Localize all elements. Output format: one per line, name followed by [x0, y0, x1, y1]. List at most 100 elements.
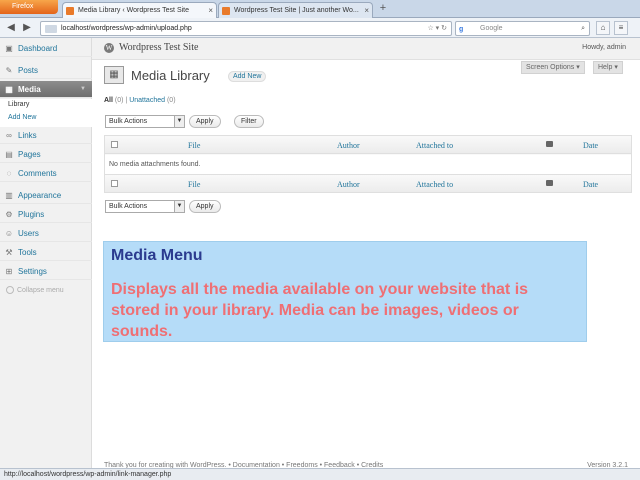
wordpress-logo-icon: W — [104, 43, 114, 53]
column-date[interactable]: Date — [583, 141, 598, 150]
howdy-user-menu[interactable]: Howdy, admin — [582, 44, 626, 51]
sidebar-item-settings[interactable]: ⊞ Settings — [0, 263, 92, 280]
bookmarks-button[interactable]: ≡ — [614, 21, 628, 35]
help-button[interactable]: Help ▾ — [593, 61, 623, 74]
new-tab-button[interactable]: + — [375, 2, 391, 16]
media-table: File Author Attached to Date No media at… — [104, 135, 632, 193]
filter-unattached[interactable]: Unattached — [129, 97, 165, 104]
add-new-button[interactable]: Add New — [228, 71, 267, 82]
media-submenu: Library Add New — [0, 99, 92, 127]
page-icon: ▤ — [5, 150, 13, 159]
sidebar-item-label: Plugins — [18, 210, 45, 219]
sidebar-item-plugins[interactable]: ⚙ Plugins — [0, 206, 92, 223]
appearance-icon: ▥ — [5, 191, 13, 200]
column-attached-to[interactable]: Attached to — [416, 141, 453, 150]
filter-button[interactable]: Filter — [234, 115, 264, 128]
tab-label: Wordpress Test Site | Just another Wo... — [234, 7, 359, 14]
table-header-row: File Author Attached to Date — [105, 136, 631, 154]
bulk-actions-select-bottom[interactable]: Bulk Actions ▼ — [105, 200, 185, 213]
wordpress-favicon-icon — [66, 7, 74, 15]
filter-unattached-count: (0) — [166, 97, 176, 104]
search-placeholder: Google — [480, 25, 503, 32]
comments-column-icon[interactable] — [546, 180, 553, 186]
close-tab-icon[interactable]: × — [208, 3, 213, 18]
google-icon: g — [459, 26, 464, 33]
reload-icon[interactable]: ☆ ▾ ↻ — [427, 22, 447, 35]
bulk-actions-value: Bulk Actions — [109, 118, 148, 125]
browser-nav-bar: ◀ ▶ localhost/wordpress/wp-admin/upload.… — [0, 18, 640, 38]
url-bar[interactable]: localhost/wordpress/wp-admin/upload.php … — [40, 21, 452, 36]
bulk-actions-value: Bulk Actions — [109, 203, 148, 210]
sidebar-item-pages[interactable]: ▤ Pages — [0, 146, 92, 163]
submenu-item-add-new[interactable]: Add New — [8, 114, 36, 121]
column-author[interactable]: Author — [337, 141, 360, 150]
tab-test-site[interactable]: Wordpress Test Site | Just another Wo...… — [218, 2, 373, 18]
filter-all[interactable]: All — [104, 97, 113, 104]
sidebar-item-media[interactable]: ▦ Media ▼ — [0, 81, 92, 98]
sidebar-item-links[interactable]: ∞ Links — [0, 127, 92, 144]
wordpress-favicon-icon — [222, 7, 230, 15]
media-icon: ▦ — [5, 85, 13, 94]
search-box[interactable]: g Google ⌕ — [455, 21, 590, 36]
site-title[interactable]: Wordpress Test Site — [119, 42, 198, 53]
info-box-title: Media Menu — [111, 247, 203, 264]
screen-options-button[interactable]: Screen Options ▾ — [521, 61, 585, 74]
collapse-icon — [6, 286, 14, 294]
settings-icon: ⊞ — [5, 267, 13, 276]
sidebar-item-dashboard[interactable]: ▣ Dashboard — [0, 40, 92, 57]
column-file[interactable]: File — [188, 141, 200, 150]
site-identity-icon[interactable] — [45, 25, 57, 33]
pin-icon: ✎ — [5, 66, 13, 75]
filter-all-count: (0) — [114, 97, 124, 104]
close-tab-icon[interactable]: × — [364, 3, 369, 18]
sidebar-item-tools[interactable]: ⚒ Tools — [0, 244, 92, 261]
sidebar-item-users[interactable]: ☺ Users — [0, 225, 92, 242]
info-box-text: Displays all the media available on your… — [111, 281, 529, 340]
sidebar-item-label: Dashboard — [18, 44, 58, 53]
dropdown-arrow-icon: ▼ — [174, 201, 184, 212]
sidebar-item-posts[interactable]: ✎ Posts — [0, 62, 92, 79]
browser-status-bar: http://localhost/wordpress/wp-admin/link… — [0, 468, 640, 480]
sidebar-item-label: Users — [18, 229, 39, 238]
submenu-item-library[interactable]: Library — [8, 101, 29, 108]
page-title: Media Library — [131, 68, 210, 83]
back-button[interactable]: ◀ — [4, 21, 18, 35]
table-footer-row: File Author Attached to Date — [105, 174, 631, 192]
select-all-checkbox[interactable] — [111, 141, 118, 148]
sidebar-item-label: Posts — [18, 66, 39, 75]
empty-message: No media attachments found. — [105, 155, 631, 174]
admin-sidebar: ▣ Dashboard ✎ Posts ▦ Media ▼ Library Ad… — [0, 38, 92, 468]
link-icon: ∞ — [6, 131, 12, 140]
sidebar-item-label: Appearance — [18, 191, 62, 200]
sidebar-item-label: Pages — [18, 150, 41, 159]
collapse-menu-button[interactable]: Collapse menu — [6, 286, 64, 294]
filter-separator: | — [125, 97, 128, 104]
sidebar-item-comments[interactable]: ◌ Comments — [0, 165, 92, 182]
dashboard-icon: ▣ — [5, 44, 13, 53]
bulk-actions-select-top[interactable]: Bulk Actions ▼ — [105, 115, 185, 128]
wp-admin-header: W Wordpress Test Site Howdy, admin — [92, 38, 640, 60]
apply-button-bottom[interactable]: Apply — [189, 200, 221, 213]
url-text: localhost/wordpress/wp-admin/upload.php — [61, 25, 192, 32]
sidebar-item-label: Tools — [18, 248, 37, 257]
forward-button[interactable]: ▶ — [20, 21, 34, 35]
column-date[interactable]: Date — [583, 180, 598, 189]
column-author[interactable]: Author — [337, 180, 360, 189]
tab-label: Media Library ‹ Wordpress Test Site — [78, 7, 190, 14]
comments-column-icon[interactable] — [546, 141, 553, 147]
users-icon: ☺ — [4, 229, 14, 238]
tools-icon: ⚒ — [5, 248, 13, 257]
sidebar-item-appearance[interactable]: ▥ Appearance — [0, 187, 92, 204]
plugin-icon: ⚙ — [5, 210, 13, 219]
tab-media-library[interactable]: Media Library ‹ Wordpress Test Site × — [62, 2, 217, 18]
home-button[interactable]: ⌂ — [596, 21, 610, 35]
sidebar-item-label: Settings — [18, 267, 47, 276]
apply-button-top[interactable]: Apply — [189, 115, 221, 128]
dropdown-arrow-icon: ▼ — [174, 116, 184, 127]
firefox-menu-button[interactable]: Firefox — [0, 0, 58, 14]
column-attached-to[interactable]: Attached to — [416, 180, 453, 189]
column-file[interactable]: File — [188, 180, 200, 189]
media-library-icon: ▦ — [104, 66, 124, 84]
search-icon[interactable]: ⌕ — [581, 22, 585, 35]
select-all-checkbox[interactable] — [111, 180, 118, 187]
